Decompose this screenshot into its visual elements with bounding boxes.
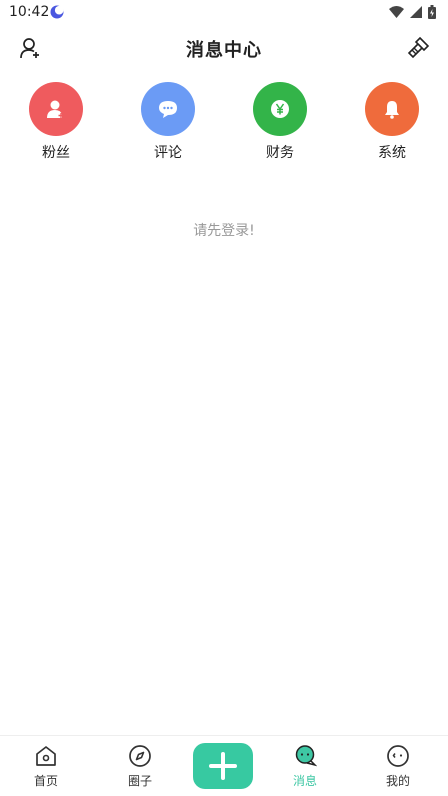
nav-circle[interactable]: 圈子 <box>110 744 170 789</box>
battery-icon <box>428 5 436 19</box>
compass-icon <box>129 745 151 767</box>
clear-broom-icon[interactable] <box>406 36 430 60</box>
wifi-icon <box>389 6 404 18</box>
bell-icon <box>385 101 399 119</box>
category-system[interactable]: 系统 <box>352 82 432 162</box>
category-label: 评论 <box>154 145 182 161</box>
category-row: 粉丝 评论 财务 系统 <box>0 82 448 162</box>
category-label: 财务 <box>266 145 294 161</box>
page-title: 消息中心 <box>186 40 262 61</box>
nav-messages[interactable]: 消息 <box>275 744 335 789</box>
message-icon <box>295 745 317 767</box>
comments-circle <box>141 82 195 136</box>
bottom-nav: 首页 圈子 消息 我的 <box>0 735 448 796</box>
status-time: 10:42 <box>9 4 50 20</box>
add-post-button[interactable] <box>193 743 253 789</box>
yen-icon <box>271 100 289 118</box>
system-circle <box>365 82 419 136</box>
nav-profile[interactable]: 我的 <box>368 744 428 789</box>
nav-home[interactable]: 首页 <box>16 744 76 789</box>
category-finance[interactable]: 财务 <box>240 82 320 162</box>
moon-icon <box>50 5 64 19</box>
nav-label: 消息 <box>292 774 317 788</box>
chat-bubble-icon <box>159 101 177 118</box>
status-bar: 10:42 <box>0 0 448 26</box>
profile-icon <box>387 745 409 767</box>
plus-icon <box>209 752 237 780</box>
nav-label: 首页 <box>33 774 58 788</box>
finance-circle <box>253 82 307 136</box>
fans-circle <box>29 82 83 136</box>
signal-icon <box>410 6 422 18</box>
user-plus-icon <box>47 100 64 118</box>
header: 消息中心 <box>0 28 448 68</box>
home-icon <box>36 746 56 766</box>
category-fans[interactable]: 粉丝 <box>16 82 96 162</box>
category-label: 粉丝 <box>42 145 70 161</box>
category-comments[interactable]: 评论 <box>128 82 208 162</box>
status-icons <box>389 5 436 19</box>
category-label: 系统 <box>378 145 406 161</box>
login-prompt[interactable]: 请先登录! <box>0 220 448 240</box>
nav-label: 我的 <box>385 774 410 788</box>
nav-label: 圈子 <box>127 774 152 788</box>
